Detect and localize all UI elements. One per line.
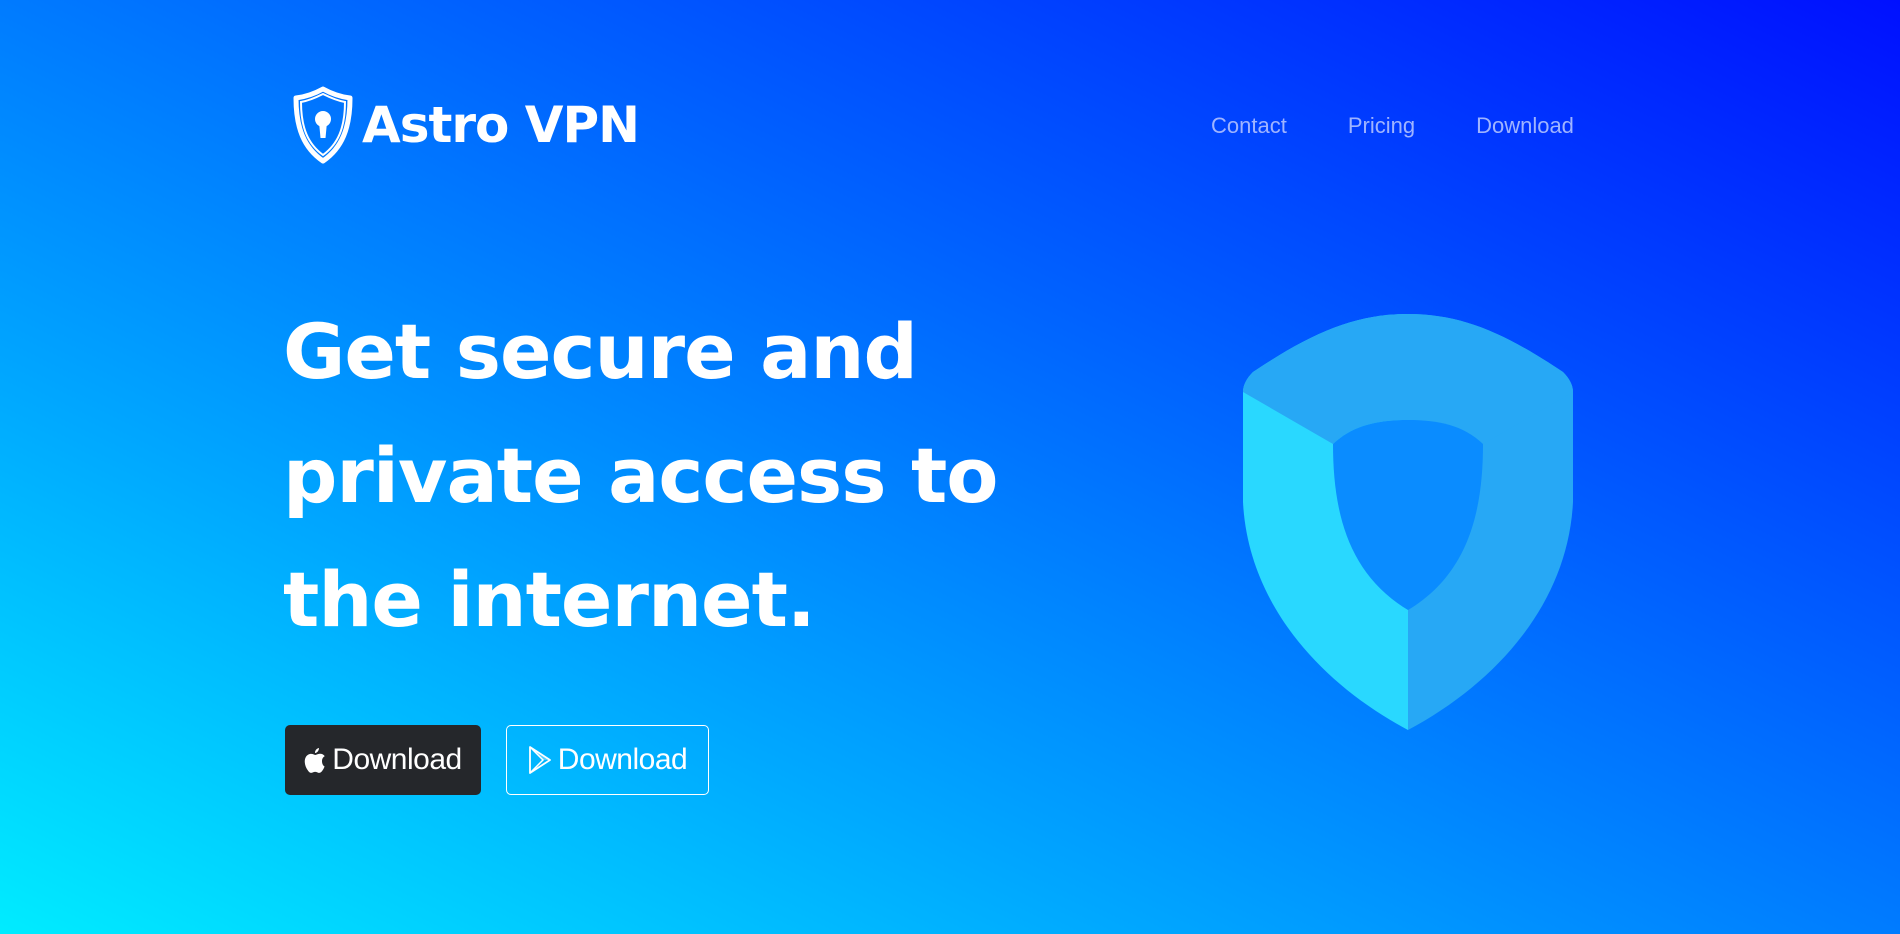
- shield-icon: [1243, 314, 1573, 730]
- apple-download-label: Download: [332, 743, 462, 776]
- shield-lock-icon: [293, 86, 353, 164]
- brand-logo[interactable]: Astro VPN: [292, 86, 640, 164]
- brand-name: Astro VPN: [362, 96, 640, 154]
- google-play-download-button[interactable]: Download: [506, 725, 709, 795]
- google-play-icon: [528, 746, 551, 774]
- nav-link-contact[interactable]: Contact: [1211, 113, 1287, 139]
- main-nav: Contact Pricing Download: [1211, 113, 1574, 139]
- google-play-download-label: Download: [557, 743, 688, 776]
- nav-link-download[interactable]: Download: [1476, 113, 1574, 139]
- nav-link-pricing[interactable]: Pricing: [1348, 113, 1415, 139]
- hero-title: Get secure and private access to the int…: [283, 307, 999, 644]
- apple-icon: [305, 748, 325, 773]
- download-buttons: Download Download: [285, 725, 709, 795]
- site-header: Astro VPN Contact Pricing Download: [0, 0, 1900, 200]
- apple-download-button[interactable]: Download: [285, 725, 481, 795]
